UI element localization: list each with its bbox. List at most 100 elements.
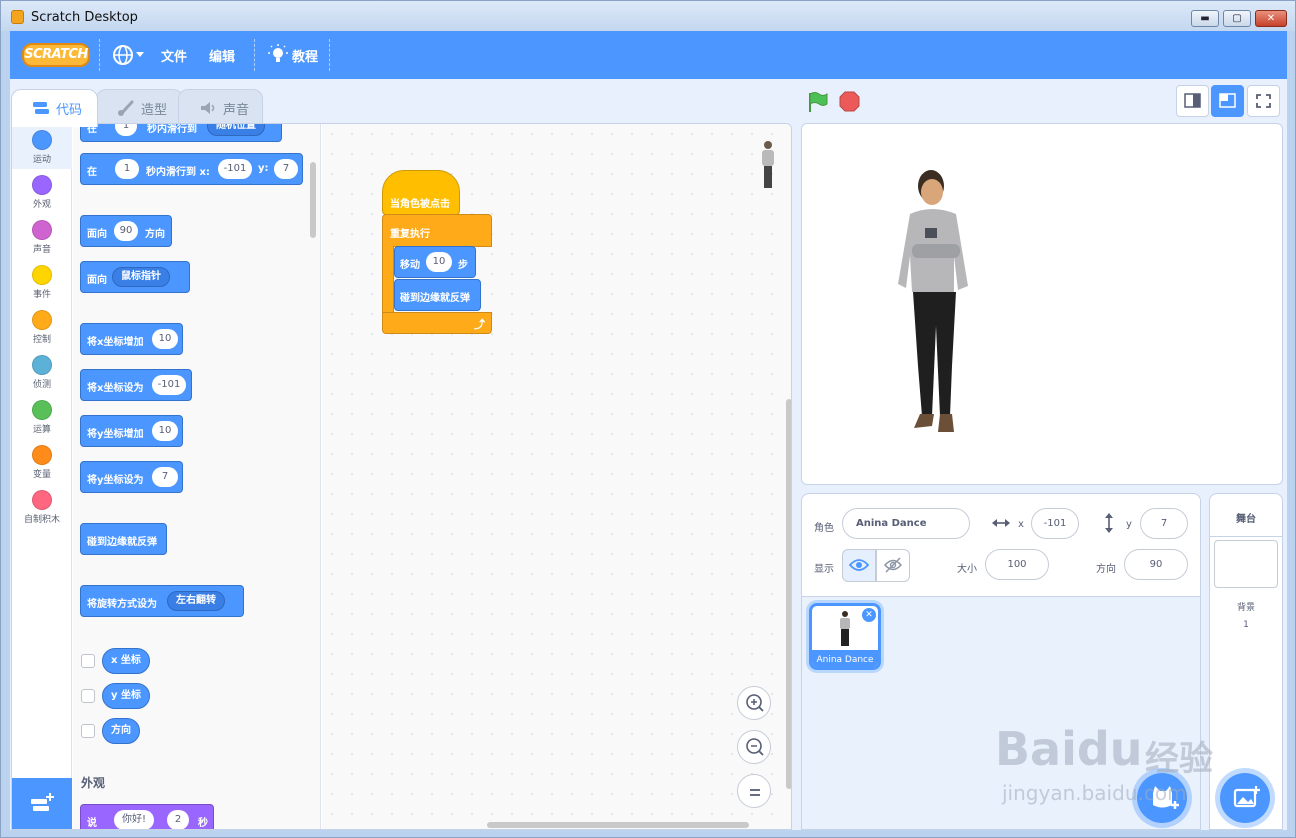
- tutorials-menu[interactable]: 教程: [292, 46, 318, 65]
- tab-costumes[interactable]: 造型: [96, 89, 183, 125]
- stage[interactable]: [801, 123, 1283, 485]
- category-label: 自制积木: [23, 515, 60, 525]
- when-sprite-clicked-hat-block[interactable]: 当角色被点击: [382, 170, 460, 215]
- point-direction-block[interactable]: 面向 90 方向: [80, 215, 172, 247]
- stop-sign-icon[interactable]: [839, 91, 860, 112]
- set-x-block[interactable]: 将x坐标设为 -101: [80, 369, 192, 401]
- category-my-blocks[interactable]: 自制积木: [12, 484, 72, 529]
- block-input[interactable]: 1: [115, 159, 139, 179]
- category-sensing[interactable]: 侦测: [12, 349, 72, 394]
- sprite-tile[interactable]: Anina Dance ✕: [809, 603, 881, 670]
- block-input[interactable]: 10: [152, 329, 178, 349]
- lightbulb-icon[interactable]: [268, 44, 288, 66]
- block-text: 在: [87, 167, 97, 178]
- tab-code[interactable]: 代码: [11, 89, 98, 127]
- add-extension-icon: [31, 793, 54, 811]
- block-input[interactable]: 10: [152, 421, 178, 441]
- direction-field[interactable]: 90: [1124, 549, 1188, 580]
- y-position-checkbox[interactable]: [81, 689, 95, 703]
- category-events[interactable]: 事件: [12, 259, 72, 304]
- sprite-name-field[interactable]: Anina Dance: [842, 508, 970, 539]
- block-text: 面向: [87, 229, 107, 240]
- app-window: Scratch Desktop ▬ ▢ ✕ SCRATCH 文件 编辑 教程 代…: [0, 0, 1296, 838]
- change-y-block[interactable]: 将y坐标增加 10: [80, 415, 183, 447]
- x-position-reporter[interactable]: x 坐标: [102, 648, 150, 674]
- category-motion[interactable]: 运动: [12, 124, 72, 169]
- block-dropdown[interactable]: 鼠标指针: [112, 267, 170, 287]
- block-text: 将y坐标设为: [87, 475, 144, 486]
- backdrop-thumbnail[interactable]: [1214, 540, 1278, 588]
- block-input-x[interactable]: -101: [218, 159, 252, 179]
- category-variables[interactable]: 变量: [12, 439, 72, 484]
- edit-menu[interactable]: 编辑: [209, 46, 235, 65]
- block-input[interactable]: 你好!: [114, 810, 154, 829]
- category-sound[interactable]: 声音: [12, 214, 72, 259]
- forever-block-arm: [382, 246, 394, 314]
- palette-scrollbar[interactable]: [310, 162, 316, 238]
- change-x-block[interactable]: 将x坐标增加 10: [80, 323, 183, 355]
- glide-random-block[interactable]: 在 1 秒内滑行到 随机位置: [80, 124, 282, 142]
- script-workspace[interactable]: 当角色被点击 重复执行 ⤴ 移动 10 步 碰到边缘就反弹: [322, 124, 791, 829]
- minimize-button[interactable]: ▬: [1191, 10, 1219, 27]
- block-dropdown[interactable]: 随机位置: [207, 124, 265, 136]
- category-label: 运动: [32, 155, 51, 165]
- code-editor: 运动 外观 声音 事件 控制 侦测 运算 变量 自制积木 在 1 秒内滑行到 随…: [11, 123, 792, 830]
- glide-xy-block[interactable]: 在 1 秒内滑行到 x: -101 y: 7: [80, 153, 303, 185]
- add-backdrop-button[interactable]: [1220, 773, 1270, 823]
- maximize-button[interactable]: ▢: [1223, 10, 1251, 27]
- category-control[interactable]: 控制: [12, 304, 72, 349]
- block-input-y[interactable]: 7: [274, 159, 298, 179]
- equals-icon: [750, 789, 760, 796]
- x-position-checkbox[interactable]: [81, 654, 95, 668]
- block-input[interactable]: -101: [152, 375, 186, 395]
- close-button[interactable]: ✕: [1255, 10, 1287, 27]
- rotation-style-block[interactable]: 将旋转方式设为 左右翻转: [80, 585, 244, 617]
- x-field[interactable]: -101: [1031, 508, 1079, 539]
- block-text: 步: [458, 260, 468, 271]
- zoom-reset-button[interactable]: [737, 774, 771, 808]
- sprite-name-label: 角色: [814, 523, 834, 534]
- green-flag-icon[interactable]: [807, 91, 829, 113]
- title-bar: Scratch Desktop ▬ ▢ ✕: [1, 1, 1295, 31]
- category-operators[interactable]: 运算: [12, 394, 72, 439]
- large-stage-button[interactable]: [1211, 85, 1244, 117]
- move-steps-block[interactable]: 移动 10 步: [394, 246, 476, 278]
- direction-checkbox[interactable]: [81, 724, 95, 738]
- file-menu[interactable]: 文件: [161, 46, 187, 65]
- show-visible-button[interactable]: [842, 549, 876, 582]
- small-stage-button[interactable]: [1176, 85, 1209, 117]
- bounce-block[interactable]: 碰到边缘就反弹: [394, 279, 481, 311]
- block-palette: 在 1 秒内滑行到 随机位置 在 1 秒内滑行到 x: -101 y: 7 面向…: [73, 124, 321, 829]
- block-input[interactable]: 10: [426, 252, 452, 272]
- zoom-in-button[interactable]: [737, 686, 771, 720]
- block-input[interactable]: 7: [152, 467, 178, 487]
- sprite-tile-name: Anina Dance: [812, 650, 878, 667]
- sprite-dancer: [898, 170, 968, 432]
- block-text: 移动: [400, 260, 420, 271]
- category-looks[interactable]: 外观: [12, 169, 72, 214]
- set-y-block[interactable]: 将y坐标设为 7: [80, 461, 183, 493]
- workspace-vertical-scrollbar[interactable]: [786, 399, 791, 789]
- fullscreen-button[interactable]: [1247, 85, 1280, 117]
- language-globe-icon[interactable]: [112, 44, 134, 66]
- workspace-horizontal-scrollbar[interactable]: [487, 822, 749, 828]
- block-input[interactable]: 2: [167, 810, 189, 829]
- forever-block[interactable]: 重复执行: [382, 214, 492, 247]
- size-label: 大小: [957, 564, 977, 575]
- block-input[interactable]: 1: [115, 124, 137, 136]
- say-for-secs-block[interactable]: 说 你好! 2 秒: [80, 804, 214, 829]
- block-input[interactable]: 90: [114, 221, 138, 241]
- y-position-reporter[interactable]: y 坐标: [102, 683, 150, 709]
- direction-reporter[interactable]: 方向: [102, 718, 140, 744]
- show-hidden-button[interactable]: [876, 549, 910, 582]
- point-towards-block[interactable]: 面向 鼠标指针: [80, 261, 190, 293]
- y-field[interactable]: 7: [1140, 508, 1188, 539]
- bounce-block[interactable]: 碰到边缘就反弹: [80, 523, 167, 555]
- scratch-logo[interactable]: SCRATCH: [22, 43, 90, 67]
- zoom-out-button[interactable]: [737, 730, 771, 764]
- size-field[interactable]: 100: [985, 549, 1049, 580]
- block-dropdown[interactable]: 左右翻转: [167, 591, 225, 611]
- tab-sounds[interactable]: 声音: [178, 89, 263, 125]
- add-extension-button[interactable]: [12, 778, 72, 829]
- delete-sprite-icon[interactable]: ✕: [862, 608, 876, 622]
